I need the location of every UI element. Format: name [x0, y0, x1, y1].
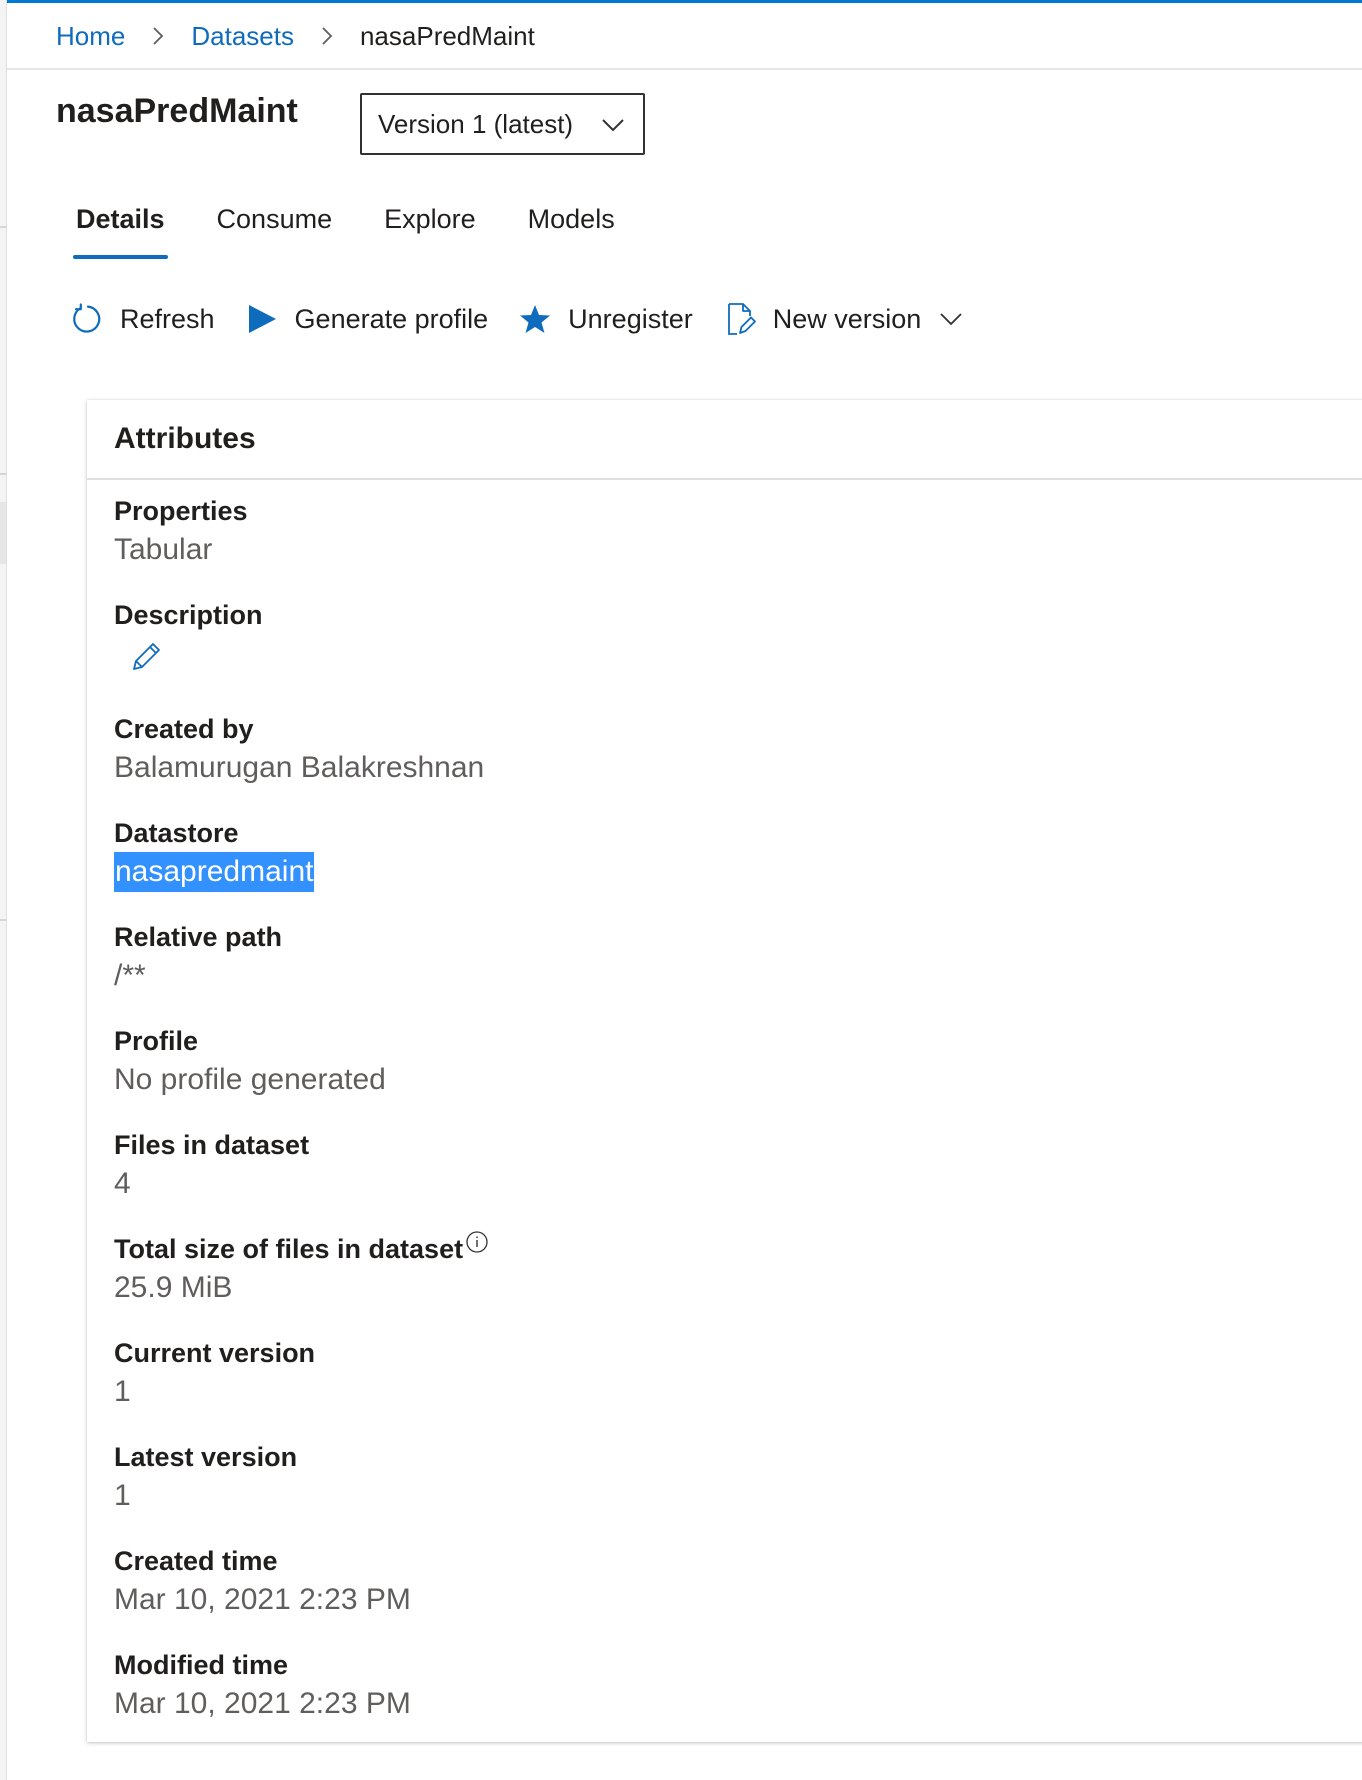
tab-bar: Details Consume Explore Models: [56, 196, 647, 259]
attr-value: 25.9 MiB: [114, 1271, 233, 1304]
refresh-button[interactable]: Refresh: [70, 302, 215, 336]
attr-properties: Properties Tabular: [114, 494, 248, 570]
new-version-button-label: New version: [772, 303, 922, 334]
chevron-down-icon: [601, 109, 625, 140]
attr-label: Current version: [114, 1338, 316, 1368]
attr-value: Mar 10, 2021 2:23 PM: [114, 1687, 411, 1720]
attr-value: Balamurugan Balakreshnan: [114, 751, 485, 784]
left-nav-rail: [0, 0, 7, 1780]
attr-datastore: Datastore nasapredmaint: [114, 816, 315, 892]
star-icon: [518, 302, 552, 336]
header-divider: [7, 68, 1362, 70]
attr-modified-time: Modified time Mar 10, 2021 2:23 PM: [114, 1648, 411, 1724]
attr-label: Description: [114, 600, 263, 630]
attr-label: Profile: [114, 1026, 199, 1056]
page-title: nasaPredMaint: [56, 92, 298, 130]
generate-profile-button[interactable]: Generate profile: [245, 302, 489, 336]
attributes-card: Attributes Properties Tabular Descriptio…: [87, 400, 1362, 1742]
breadcrumb-datasets-link[interactable]: Datasets: [191, 21, 294, 52]
tab-details[interactable]: Details: [56, 196, 185, 259]
breadcrumb-home-link[interactable]: Home: [56, 21, 125, 52]
attr-description: Description: [114, 598, 263, 674]
attr-value: 1: [114, 1479, 131, 1512]
attr-label: Total size of files in dataset: [114, 1234, 464, 1264]
card-divider: [87, 478, 1362, 480]
attr-total-size: Total size of files in dataset 25.9 MiB: [114, 1231, 489, 1308]
command-bar: Refresh Generate profile Unregister New …: [70, 302, 993, 336]
attr-latest-version: Latest version 1: [114, 1440, 297, 1516]
attr-value: Tabular: [114, 533, 213, 566]
unregister-button[interactable]: Unregister: [518, 302, 693, 336]
new-version-button[interactable]: New version: [723, 302, 964, 336]
tab-explore[interactable]: Explore: [364, 196, 496, 243]
chevron-down-icon: [939, 311, 963, 327]
attributes-card-title: Attributes: [114, 422, 256, 455]
attr-label: Relative path: [114, 922, 283, 952]
document-edit-icon: [723, 302, 757, 336]
tab-consume[interactable]: Consume: [197, 196, 353, 243]
top-accent-bar: [0, 0, 1362, 3]
attr-label: Files in dataset: [114, 1130, 310, 1160]
unregister-button-label: Unregister: [568, 303, 693, 334]
breadcrumb-current: nasaPredMaint: [359, 20, 535, 51]
attr-value: No profile generated: [114, 1063, 386, 1096]
attr-value: 1: [114, 1375, 131, 1408]
play-icon: [245, 302, 279, 336]
datastore-link[interactable]: nasapredmaint: [114, 852, 315, 892]
attr-created-by: Created by Balamurugan Balakreshnan: [114, 712, 484, 788]
refresh-icon: [70, 302, 104, 336]
attr-label-row: Total size of files in dataset: [114, 1231, 489, 1266]
generate-profile-button-label: Generate profile: [294, 303, 489, 334]
attr-relative-path: Relative path /**: [114, 920, 282, 996]
tab-models[interactable]: Models: [508, 196, 635, 243]
attr-label: Properties: [114, 496, 248, 526]
breadcrumb: Home Datasets nasaPredMaint: [56, 14, 535, 58]
attr-label: Created time: [114, 1546, 278, 1576]
version-dropdown[interactable]: Version 1 (latest): [360, 93, 645, 155]
info-icon[interactable]: [465, 1228, 489, 1262]
pencil-edit-icon[interactable]: [128, 638, 164, 674]
attr-files-in-dataset: Files in dataset 4: [114, 1128, 309, 1204]
rail-divider: [0, 226, 6, 228]
attr-value: /**: [114, 959, 146, 992]
attr-label: Created by: [114, 714, 254, 744]
rail-divider: [0, 919, 6, 921]
rail-selected-item[interactable]: [0, 502, 6, 564]
attr-profile: Profile No profile generated: [114, 1024, 386, 1100]
attr-label: Latest version: [114, 1442, 298, 1472]
rail-divider: [0, 473, 6, 475]
attr-current-version: Current version 1: [114, 1336, 315, 1412]
attr-value: Mar 10, 2021 2:23 PM: [114, 1583, 411, 1616]
attr-label: Modified time: [114, 1650, 288, 1680]
refresh-button-label: Refresh: [120, 303, 215, 334]
attr-created-time: Created time Mar 10, 2021 2:23 PM: [114, 1544, 411, 1620]
attr-label: Datastore: [114, 818, 239, 848]
chevron-right-icon: [125, 26, 191, 46]
version-dropdown-value: Version 1 (latest): [378, 108, 574, 139]
attr-value: 4: [114, 1167, 131, 1200]
chevron-right-icon: [294, 26, 360, 46]
